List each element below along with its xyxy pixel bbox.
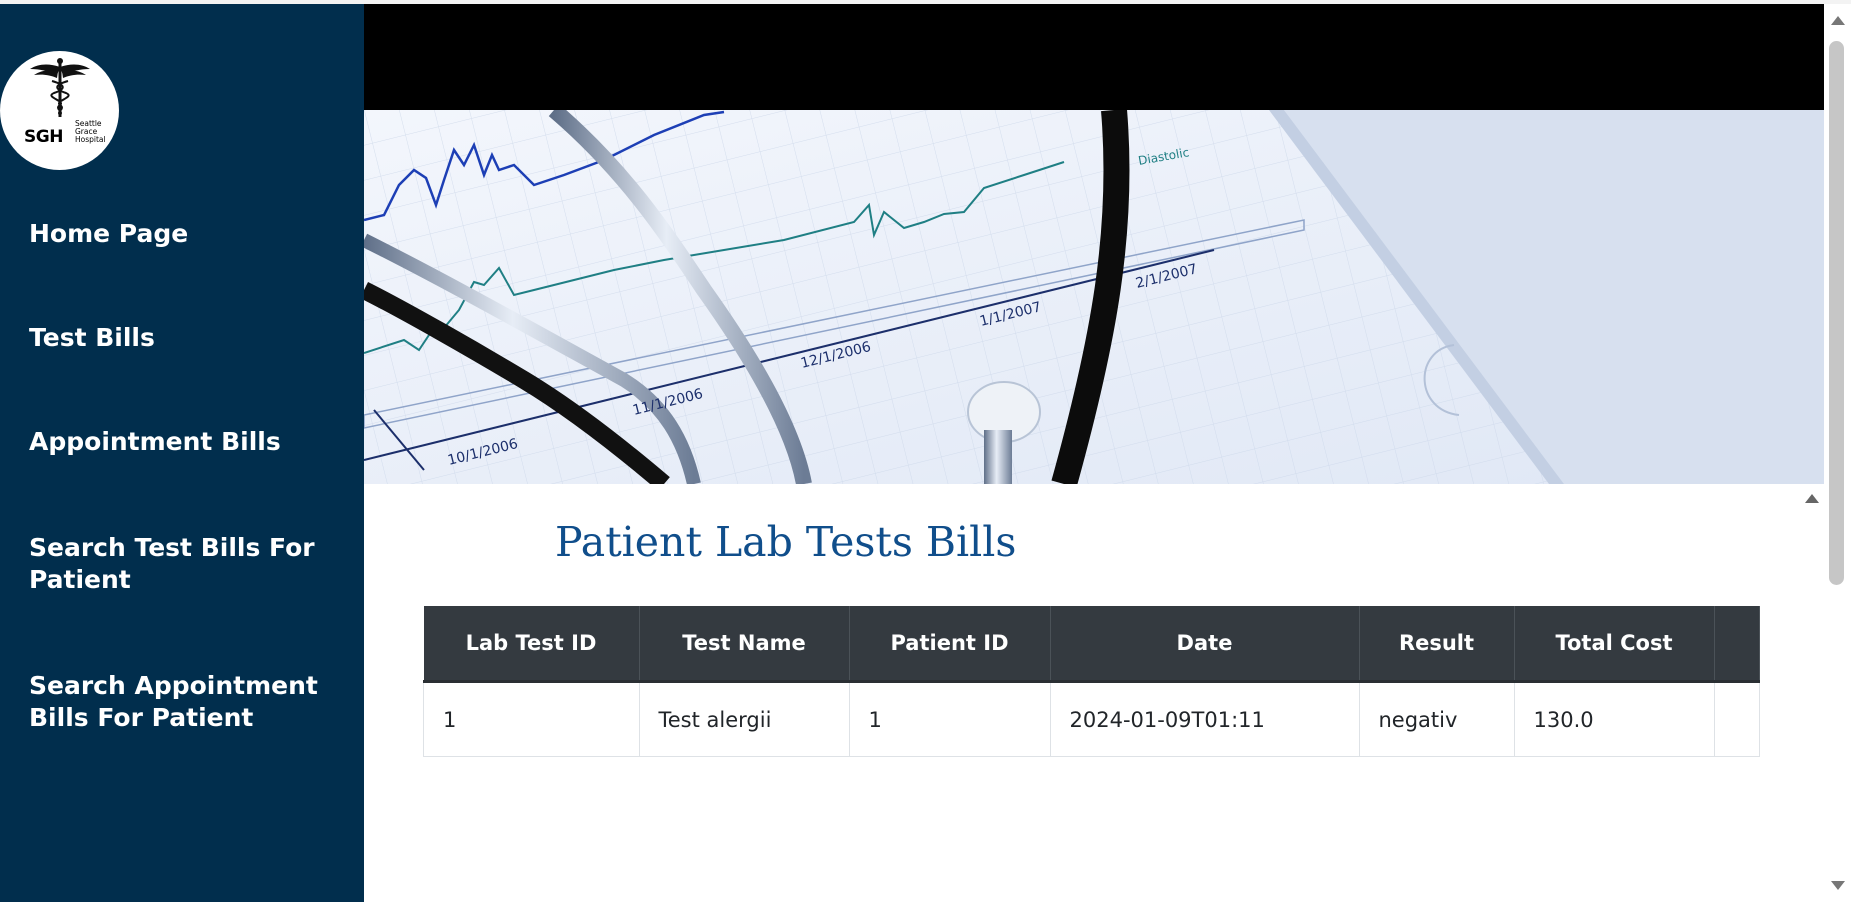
column-header-lab-test-id: Lab Test ID: [423, 606, 640, 683]
stethoscope-ecg-illustration: 10/1/2006 11/1/2006 12/1/2006 1/1/2007 2…: [364, 110, 1824, 484]
cell-actions: [1713, 681, 1760, 757]
cell-lab-test-id: 1: [423, 681, 640, 757]
column-header-date: Date: [1050, 606, 1360, 683]
scrollbar-thumb[interactable]: [1829, 41, 1844, 585]
main-content: 10/1/2006 11/1/2006 12/1/2006 1/1/2007 2…: [364, 4, 1824, 902]
sidebar: SGH Seattle Grace Hospital Home Page Tes…: [0, 4, 364, 902]
logo-hospital-name: Seattle Grace Hospital: [75, 120, 106, 144]
sidebar-item-search-appointment-bills[interactable]: Search Appointment Bills For Patient: [29, 670, 319, 734]
header-bar: [364, 4, 1824, 110]
table-header-row: Lab Test ID Test Name Patient ID Date Re…: [423, 606, 1760, 683]
scroll-up-arrow-icon[interactable]: [1831, 16, 1845, 25]
banner-image: 10/1/2006 11/1/2006 12/1/2006 1/1/2007 2…: [364, 110, 1824, 484]
browser-window: SGH Seattle Grace Hospital Home Page Tes…: [0, 0, 1851, 906]
scroll-down-arrow-icon[interactable]: [1831, 881, 1845, 890]
column-header-total-cost: Total Cost: [1514, 606, 1715, 683]
cell-patient-id: 1: [848, 681, 1051, 757]
page-title: Patient Lab Tests Bills: [555, 518, 1017, 566]
cell-test-name: Test alergii: [638, 681, 850, 757]
column-header-test-name: Test Name: [639, 606, 850, 683]
logo-name-line: Hospital: [75, 135, 106, 144]
sidebar-item-test-bills[interactable]: Test Bills: [29, 322, 329, 354]
column-header-actions: [1714, 606, 1760, 683]
hospital-logo[interactable]: SGH Seattle Grace Hospital: [0, 51, 119, 170]
page-scrollbar[interactable]: [1824, 4, 1851, 902]
content-scroll-up-icon[interactable]: [1805, 494, 1819, 503]
sidebar-item-appointment-bills[interactable]: Appointment Bills: [29, 426, 329, 458]
sidebar-item-search-test-bills[interactable]: Search Test Bills For Patient: [29, 532, 319, 596]
cell-total-cost: 130.0: [1513, 681, 1715, 757]
logo-abbreviation: SGH: [24, 127, 63, 147]
sidebar-item-home-page[interactable]: Home Page: [29, 218, 329, 250]
cell-date: 2024-01-09T01:11: [1049, 681, 1360, 757]
column-header-patient-id: Patient ID: [849, 606, 1051, 683]
cell-result: negativ: [1358, 681, 1515, 757]
table-row: 1 Test alergii 1 2024-01-09T01:11 negati…: [423, 681, 1760, 757]
lab-tests-bills-table: Lab Test ID Test Name Patient ID Date Re…: [423, 606, 1760, 757]
caduceus-icon: [30, 58, 90, 117]
column-header-result: Result: [1359, 606, 1515, 683]
